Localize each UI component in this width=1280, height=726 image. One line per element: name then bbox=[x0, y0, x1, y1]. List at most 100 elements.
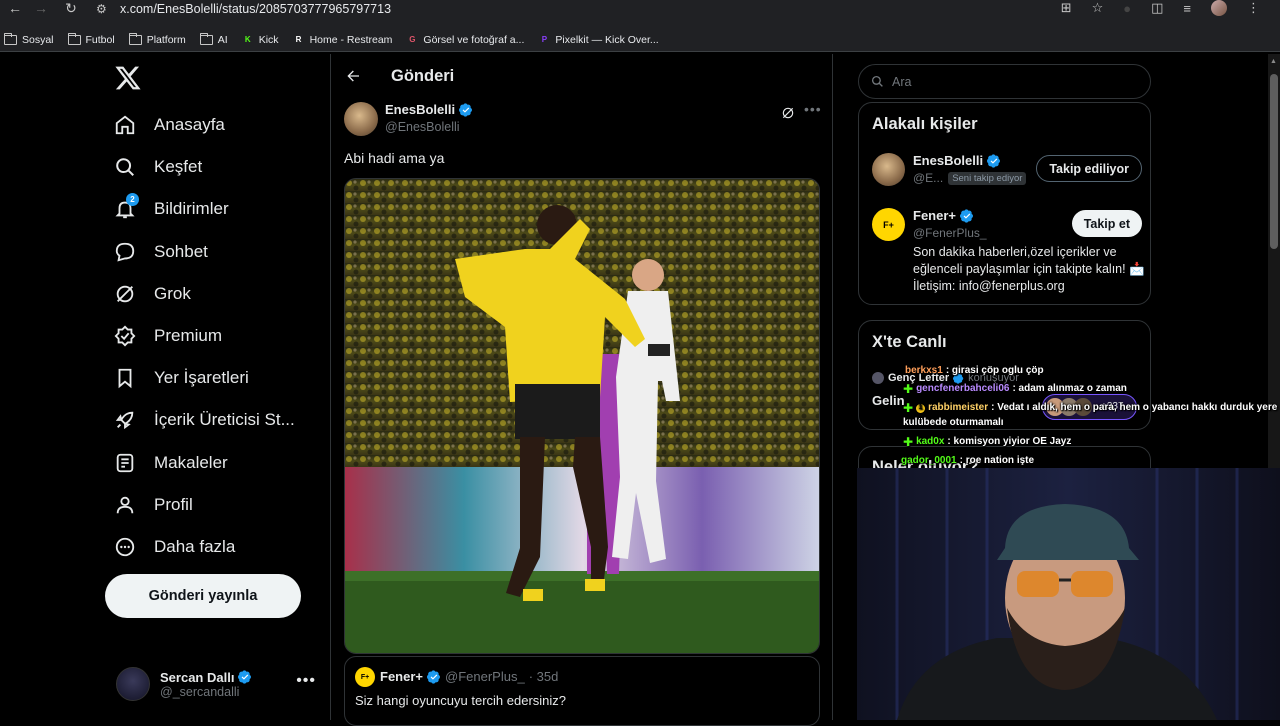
sidebar-item-premium[interactable]: Premium bbox=[114, 325, 222, 347]
quote-author: Fener+ bbox=[380, 669, 423, 684]
post-button[interactable]: Gönderi yayınla bbox=[105, 574, 301, 618]
home-icon bbox=[114, 114, 136, 136]
host-avatar bbox=[872, 372, 884, 384]
chat-username: gador_0001 bbox=[901, 455, 957, 466]
bookmark-item[interactable]: Sosyal bbox=[4, 32, 54, 46]
quote-author-row: Fener+ @FenerPlus_ · 35d bbox=[380, 669, 558, 684]
folder-icon bbox=[4, 32, 17, 45]
sidebar-item-label: Makaleler bbox=[154, 452, 228, 472]
following-button[interactable]: Takip ediliyor bbox=[1036, 155, 1142, 182]
site-favicon-icon: K bbox=[244, 35, 251, 44]
install-icon[interactable]: ⊞ bbox=[1061, 0, 1072, 16]
follows-you-badge: Seni takip ediyor bbox=[948, 171, 1027, 185]
live-space-title[interactable]: Gelin bbox=[872, 393, 905, 408]
user-handle: @FenerPlus_ bbox=[913, 226, 987, 240]
bookmark-item[interactable]: G Görsel ve fotoğraf a... bbox=[406, 34, 524, 46]
sidebar-item-bell[interactable]: 2 Bildirimler bbox=[114, 193, 229, 220]
site-favicon-icon: P bbox=[541, 35, 548, 44]
media-icon[interactable]: ≡ bbox=[1183, 1, 1191, 16]
sidebar-item-person[interactable]: Profil bbox=[114, 494, 193, 516]
bookmark-item[interactable]: Futbol bbox=[67, 32, 115, 46]
bookmark-label: Futbol bbox=[85, 33, 115, 46]
webcam-overlay bbox=[857, 468, 1280, 720]
sidebar-item-label: Sohbet bbox=[154, 241, 208, 261]
star-icon[interactable]: ☆ bbox=[1092, 0, 1104, 16]
quoted-post[interactable]: F+ Fener+ @FenerPlus_ · 35d Siz hangi oy… bbox=[344, 656, 820, 726]
more-icon[interactable]: ••• bbox=[296, 672, 316, 690]
x-logo-icon[interactable] bbox=[114, 64, 142, 92]
premium-icon bbox=[114, 325, 136, 347]
chat-message: ✚ kad0x: komisyon yiyior OE Jayz bbox=[903, 433, 1071, 451]
sidebar-item-article[interactable]: Makaleler bbox=[114, 452, 228, 474]
sidebar-item-rocket[interactable]: İçerik Üreticisi St... bbox=[114, 409, 295, 431]
relevant-user[interactable]: F+ Fener+ @FenerPlus_ Takip et Son dakik… bbox=[872, 208, 1145, 298]
account-name: Sercan Dallı bbox=[160, 669, 235, 685]
sidebar-item-grok[interactable]: Grok bbox=[114, 283, 191, 305]
chat-text: : adam alınmaz o zaman bbox=[1012, 383, 1127, 394]
sidebar-item-label: Premium bbox=[154, 326, 223, 345]
account-switcher[interactable]: Sercan Dallı @_sercandalli ••• bbox=[116, 664, 316, 704]
post-author[interactable]: EnesBolelli bbox=[385, 102, 455, 117]
address-bar[interactable]: ⚙ x.com/EnesBolelli/status/2085703777965… bbox=[96, 0, 391, 18]
sidebar-item-chat[interactable]: Sohbet bbox=[114, 241, 208, 263]
chat-icon bbox=[114, 241, 136, 263]
extension-dot-icon[interactable]: ● bbox=[1123, 1, 1131, 16]
main-column: Gönderi EnesBolelli @EnesBolelli ••• Abi… bbox=[330, 54, 833, 726]
avatar: F+ bbox=[355, 667, 375, 687]
chat-message: gador_0001: roe nation işte bbox=[901, 452, 1034, 470]
sidebar-item-search[interactable]: Keşfet bbox=[114, 156, 202, 178]
person-icon bbox=[114, 494, 136, 516]
post-author-row[interactable]: EnesBolelli bbox=[385, 102, 473, 117]
post-text: Abi hadi ama ya bbox=[344, 150, 445, 166]
site-favicon-icon: R bbox=[295, 35, 302, 44]
post-header: EnesBolelli @EnesBolelli ••• bbox=[344, 100, 822, 140]
more-circle-icon bbox=[114, 536, 136, 558]
sidebar-item-label: Daha fazla bbox=[154, 537, 236, 556]
post-image[interactable] bbox=[344, 178, 820, 654]
bookmark-item[interactable]: P Pixelkit — Kick Over... bbox=[538, 34, 659, 46]
extensions-icon[interactable]: ◫ bbox=[1151, 0, 1163, 16]
sidebar-item-more-circle[interactable]: Daha fazla bbox=[114, 536, 235, 558]
sidebar-item-label: Yer İşaretleri bbox=[154, 368, 249, 388]
notification-badge: 2 bbox=[126, 193, 139, 207]
avatar[interactable] bbox=[872, 153, 905, 186]
streamer-video bbox=[857, 468, 1280, 720]
chat-username: gencfenerbahceli06 bbox=[916, 383, 1010, 394]
reload-icon[interactable]: ↻ bbox=[56, 0, 86, 16]
forward-icon[interactable]: → bbox=[26, 0, 56, 16]
bookmark-item[interactable]: R Home - Restream bbox=[293, 34, 393, 46]
browser-toolbar: ← → ↻ ⚙ x.com/EnesBolelli/status/2085703… bbox=[0, 0, 1280, 28]
bookmark-label: Sosyal bbox=[22, 33, 54, 46]
folder-icon bbox=[67, 32, 81, 45]
user-handle-row: @E... Seni takip ediyor bbox=[913, 171, 1027, 185]
follow-button[interactable]: Takip et bbox=[1071, 210, 1142, 237]
avatar[interactable] bbox=[344, 102, 378, 136]
user-name-row: EnesBolelli bbox=[913, 153, 1001, 168]
panel-title: Alakalı kişiler bbox=[872, 115, 978, 133]
menu-icon[interactable]: ⋮ bbox=[1247, 0, 1260, 16]
bookmark-item[interactable]: K Kick bbox=[242, 34, 279, 46]
relevant-user[interactable]: EnesBolelli @E... Seni takip ediyor Taki… bbox=[872, 153, 1142, 189]
verified-icon bbox=[427, 669, 441, 684]
more-icon[interactable]: ••• bbox=[804, 101, 822, 117]
grok-icon[interactable] bbox=[781, 106, 795, 120]
site-settings-icon[interactable]: ⚙ bbox=[96, 2, 110, 16]
search-icon bbox=[871, 75, 883, 87]
search-input[interactable]: Ara bbox=[858, 64, 1151, 99]
account-handle: @_sercandalli bbox=[160, 684, 240, 699]
chat-text: : komisyon yiyior OE Jayz bbox=[947, 436, 1072, 447]
back-arrow-icon[interactable] bbox=[345, 68, 361, 84]
post-handle[interactable]: @EnesBolelli bbox=[385, 120, 460, 134]
scrollbar-thumb[interactable] bbox=[1270, 74, 1278, 249]
bookmark-item[interactable]: Platform bbox=[128, 32, 186, 46]
sidebar-item-home[interactable]: Anasayfa bbox=[114, 114, 225, 136]
scroll-up-icon[interactable]: ▲ bbox=[1270, 58, 1277, 65]
sidebar-item-label: İçerik Üreticisi St... bbox=[154, 410, 295, 430]
profile-avatar[interactable] bbox=[1211, 0, 1227, 16]
football-photo bbox=[345, 179, 819, 653]
grok-icon bbox=[114, 283, 136, 305]
bookmark-item[interactable]: AI bbox=[199, 32, 228, 46]
bookmark-icon bbox=[114, 367, 136, 389]
sidebar-item-bookmark[interactable]: Yer İşaretleri bbox=[114, 367, 249, 389]
avatar[interactable]: F+ bbox=[872, 208, 905, 241]
